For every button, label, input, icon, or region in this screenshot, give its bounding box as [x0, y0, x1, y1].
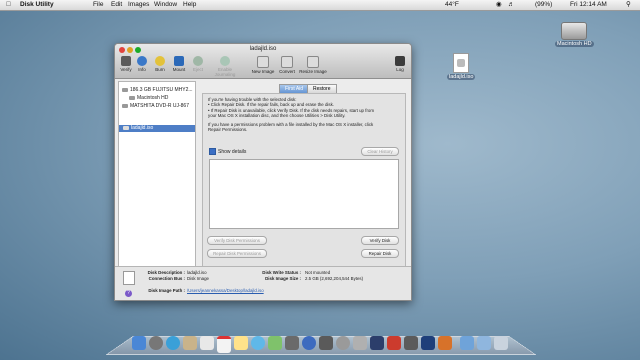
first-aid-panel: If you're having trouble with the select…	[202, 93, 406, 271]
spotlight-icon[interactable]: ⚲	[626, 1, 631, 9]
main-pane: First Aid Restore If you're having troub…	[199, 81, 407, 271]
verify-disk-permissions-button[interactable]: Verify Disk Permissions	[207, 236, 267, 245]
image-path-link[interactable]: /Users/jeannekassa/Desktop/ladajld.iso	[187, 288, 264, 293]
iphoto-dock-icon[interactable]	[268, 336, 282, 350]
menu-help[interactable]: Help	[183, 1, 196, 9]
hard-disk-icon	[122, 87, 128, 92]
dashboard-dock-icon[interactable]	[149, 336, 163, 350]
info-icon	[137, 56, 147, 66]
safari-dock-icon[interactable]	[166, 336, 180, 350]
repair-disk-permissions-button[interactable]: Repair Disk Permissions	[207, 249, 267, 258]
hard-drive-icon	[561, 22, 588, 40]
write-status-value: Not mounted	[305, 270, 331, 275]
window-title: ladajld.iso	[249, 46, 277, 52]
window-toolbar: ladajld.iso Verify Info Burn Mount Eject…	[115, 44, 411, 79]
details-log-area	[209, 159, 399, 229]
optical-drive-icon	[122, 103, 128, 108]
macintosh-hd-desktop-icon[interactable]: Macintosh HD	[555, 22, 594, 47]
resize-image-toolbar-button[interactable]: Resize Image	[298, 56, 328, 74]
convert-toolbar-button[interactable]: Convert	[276, 56, 298, 74]
instructions-line: Repair Permissions.	[208, 127, 248, 133]
disk-description-value: ladajld.iso	[187, 270, 207, 275]
journaling-icon	[220, 56, 230, 66]
connection-bus-label: Connection Bus :	[148, 276, 185, 281]
enable-journaling-toolbar-button[interactable]: Enable Journaling	[207, 56, 243, 77]
volume-icon	[129, 95, 135, 100]
volume-icon[interactable]: ♬	[508, 1, 515, 9]
burn-icon	[155, 56, 165, 66]
show-details-checkbox[interactable]: Show details	[209, 148, 246, 155]
address-book-dock-icon[interactable]	[200, 336, 214, 350]
disk-sidebar: 186.3 GB FUJITSU MHY2... Macintosh HD MA…	[118, 81, 196, 267]
disk-utility-dock-icon[interactable]	[353, 336, 367, 350]
menu-bar:  Disk Utility File Edit Images Window H…	[0, 0, 640, 11]
menu-images[interactable]: Images	[128, 1, 149, 9]
sidebar-item-iso-image[interactable]: ladajld.iso	[119, 125, 195, 132]
notes-dock-icon[interactable]	[234, 336, 248, 350]
apple-menu-icon[interactable]: 	[6, 1, 11, 9]
sidebar-item-fujitsu-disk[interactable]: 186.3 GB FUJITSU MHY2...	[122, 87, 193, 94]
documents-stack-icon[interactable]	[477, 336, 491, 350]
ichat-dock-icon[interactable]	[251, 336, 265, 350]
trash-dock-icon[interactable]	[494, 336, 508, 350]
bridge-dock-icon[interactable]	[438, 336, 452, 350]
disk-image-icon	[123, 125, 129, 130]
write-status-label: Disk Write Status :	[262, 270, 301, 275]
app-dock-icon[interactable]	[404, 336, 418, 350]
app-dock-icon[interactable]	[387, 336, 401, 350]
instructions-line: your Mac OS X installation disc, and the…	[208, 112, 346, 118]
iso-file-label: ladajld.iso	[447, 74, 476, 80]
connection-bus-value: Disk Image	[187, 276, 209, 281]
eject-toolbar-button[interactable]: Eject	[187, 56, 209, 72]
photoshop-dock-icon[interactable]	[421, 336, 435, 350]
imovie-dock-icon[interactable]	[285, 336, 299, 350]
image-size-label: Disk Image Size :	[265, 276, 301, 281]
sidebar-item-dvd-drive[interactable]: MATSHITA DVD-R UJ-867	[122, 103, 189, 110]
log-toolbar-button[interactable]: Log	[389, 56, 411, 72]
iso-file-desktop-icon[interactable]: ladajld.iso	[447, 53, 476, 80]
menu-file[interactable]: File	[93, 1, 103, 9]
eject-icon	[193, 56, 203, 66]
temperature-readout[interactable]: 44°F	[445, 1, 459, 9]
macintosh-hd-label: Macintosh HD	[555, 41, 594, 47]
repair-disk-button[interactable]: Repair Disk	[361, 249, 399, 258]
disk-utility-window: ladajld.iso Verify Info Burn Mount Eject…	[114, 43, 412, 301]
menu-window[interactable]: Window	[154, 1, 177, 9]
itunes-dock-icon[interactable]	[302, 336, 316, 350]
app-dock-icon[interactable]	[370, 336, 384, 350]
new-image-icon	[257, 56, 269, 68]
disk-info-footer: Disk Description : ladajld.iso Connectio…	[115, 266, 411, 300]
image-size-value: 2.5 GB (2,692,204,544 Bytes)	[305, 276, 364, 281]
screen:  Disk Utility File Edit Images Window H…	[0, 0, 640, 360]
checkbox-checked-icon	[209, 148, 216, 155]
image-path-label: Disk Image Path :	[148, 288, 185, 293]
ical-dock-icon[interactable]	[217, 336, 231, 353]
time-machine-dock-icon[interactable]	[319, 336, 333, 350]
menu-edit[interactable]: Edit	[111, 1, 122, 9]
clear-history-button[interactable]: Clear History	[361, 147, 399, 156]
mail-dock-icon[interactable]	[183, 336, 197, 350]
sidebar-item-macintosh-hd[interactable]: Macintosh HD	[129, 95, 168, 102]
disk-image-icon	[453, 53, 470, 73]
new-image-toolbar-button[interactable]: New Image	[250, 56, 276, 74]
clock[interactable]: Fri 12:14 AM	[570, 1, 607, 9]
microscope-icon	[121, 56, 131, 66]
verify-disk-button[interactable]: Verify Disk	[361, 236, 399, 245]
disk-description-label: Disk Description :	[147, 270, 185, 275]
system-preferences-dock-icon[interactable]	[336, 336, 350, 350]
battery-readout[interactable]: (99%)	[535, 1, 552, 9]
finder-dock-icon[interactable]	[132, 336, 146, 350]
wifi-icon[interactable]: ◉	[496, 1, 502, 9]
log-icon	[395, 56, 405, 66]
downloads-stack-icon[interactable]	[460, 336, 474, 350]
convert-icon	[281, 56, 293, 68]
resize-image-icon	[307, 56, 319, 68]
first-aid-instructions: If you're having trouble with the select…	[208, 97, 398, 133]
app-menu[interactable]: Disk Utility	[20, 1, 54, 9]
mount-icon	[174, 56, 184, 66]
